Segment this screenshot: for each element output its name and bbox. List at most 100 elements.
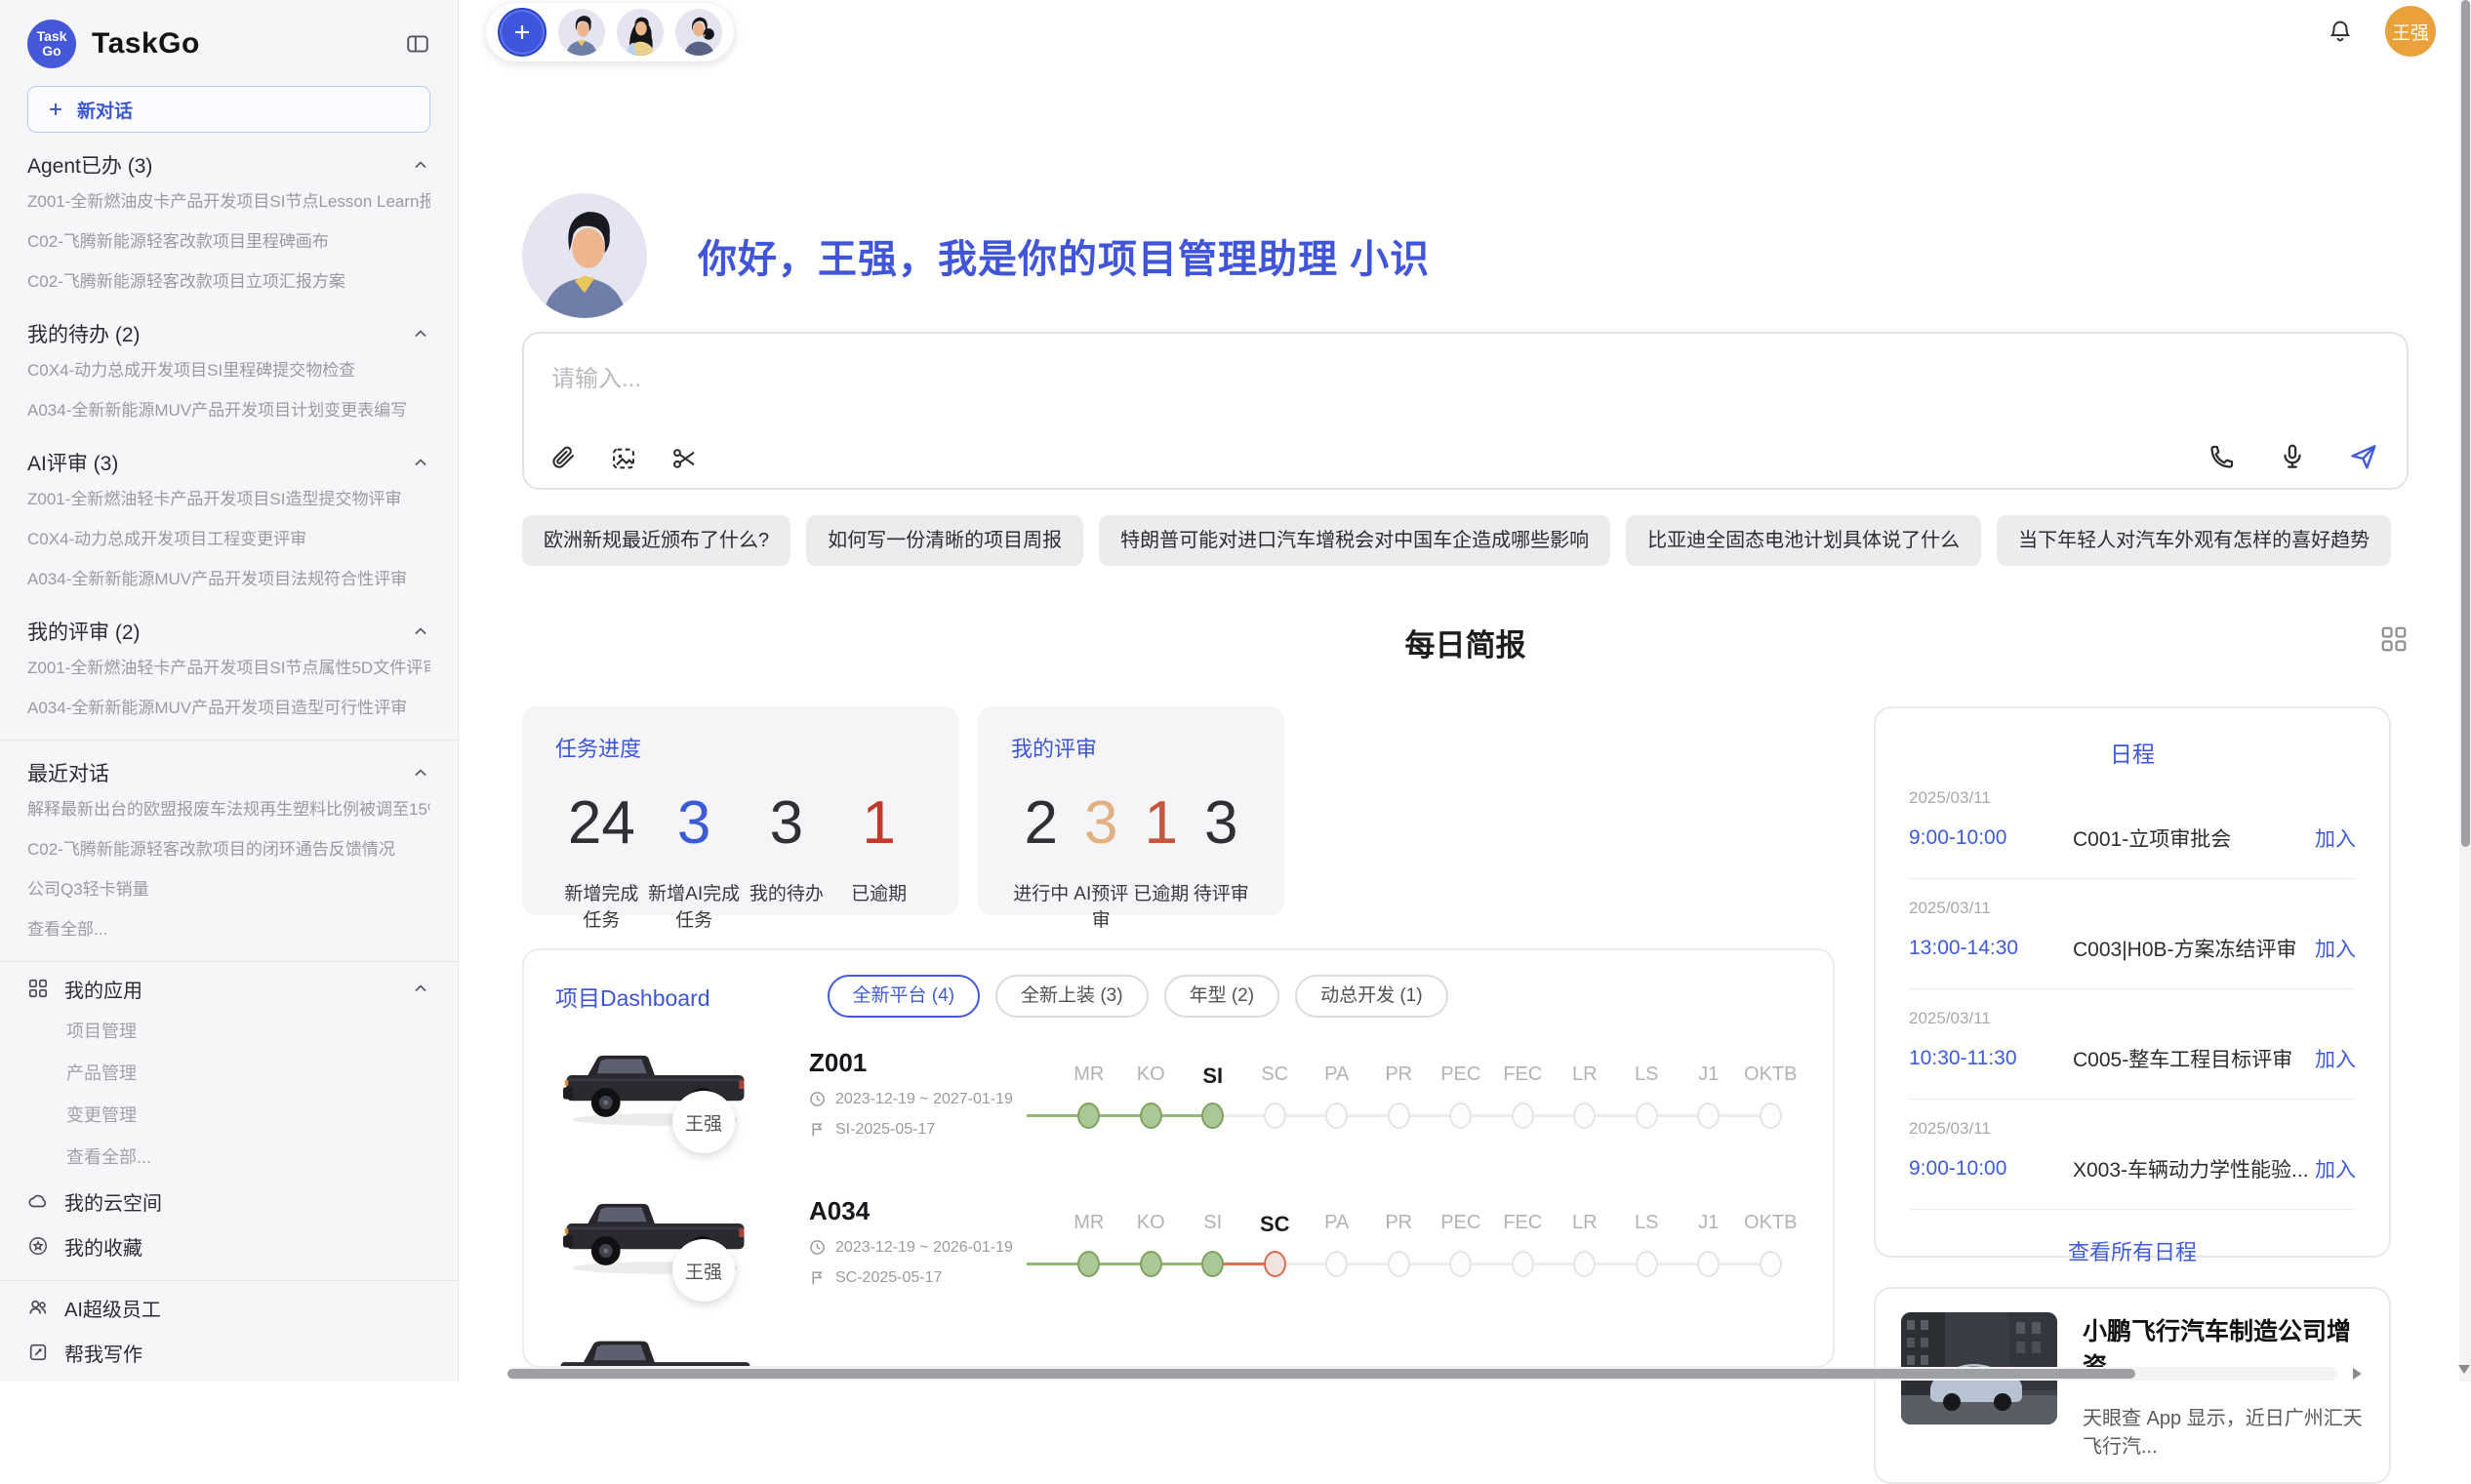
milestone[interactable]: LR [1554,1212,1616,1277]
event-join-link[interactable]: 加入 [2315,823,2356,853]
sidebar-section-header[interactable]: AI评审 (3) [27,446,430,479]
chevron-up-icon[interactable] [411,622,430,641]
new-chat-button[interactable]: 新对话 [27,86,430,133]
add-member-button[interactable] [498,8,547,57]
sidebar-item-draw[interactable]: 创意制图 [27,1375,430,1382]
suggestion-chip[interactable]: 如何写一份清晰的项目周报 [806,515,1083,566]
milestone[interactable]: SC [1244,1212,1307,1277]
dashboard-tab[interactable]: 年型 (2) [1164,975,1280,1018]
project-row[interactable]: 王强 Z001 2023-12-19 ~ 2027 [524,1019,1833,1167]
recent-conversation-item[interactable]: C02-飞腾新能源轻客改款项目的闭环通告反馈情况 [27,829,430,869]
milestone[interactable]: MR [1058,1063,1120,1129]
conversation-item[interactable]: Z001-全新燃油轻卡产品开发项目SI造型提交物评审 [27,479,430,519]
milestone[interactable]: KO [1120,1212,1183,1277]
milestone[interactable]: LR [1554,1063,1616,1129]
project-row[interactable]: 王强 A034 2023-12-19 ~ 2026 [524,1167,1833,1315]
chevron-up-icon[interactable] [411,763,430,782]
panel-toggle-icon[interactable] [405,31,430,57]
milestone[interactable]: J1 [1678,1212,1740,1277]
milestone[interactable]: PR [1368,1063,1431,1129]
chevron-up-icon[interactable] [411,979,430,998]
phone-icon[interactable] [2208,442,2237,471]
milestone[interactable]: SC [1244,1063,1307,1129]
app-link[interactable]: 产品管理 [27,1053,430,1095]
view-all-schedule-link[interactable]: 查看所有日程 [1909,1235,2356,1266]
suggestion-chip[interactable]: 比亚迪全固态电池计划具体说了什么 [1626,515,1981,566]
conversation-item[interactable]: Z001-全新燃油皮卡产品开发项目SI节点Lesson Learn报告 [27,181,430,221]
suggestion-chip[interactable]: 当下年轻人对汽车外观有怎样的喜好趋势 [1997,515,2391,566]
conversation-item[interactable]: C0X4-动力总成开发项目工程变更评审 [27,519,430,559]
notifications-bell-icon[interactable] [2327,18,2354,45]
scissors-icon[interactable] [670,445,698,472]
app-link[interactable]: 项目管理 [27,1011,430,1053]
attach-icon[interactable] [549,445,577,472]
milestone[interactable]: PEC [1430,1063,1492,1129]
milestone[interactable]: KO [1120,1063,1183,1129]
app-link[interactable]: 变更管理 [27,1095,430,1137]
conversation-item[interactable]: C0X4-动力总成开发项目SI里程碑提交物检查 [27,350,430,390]
send-icon[interactable] [2348,441,2379,472]
input-right-tools [2208,441,2379,472]
scroll-down-arrow[interactable] [2458,1365,2470,1374]
app-link[interactable]: 查看全部... [27,1137,430,1179]
horizontal-scrollbar[interactable] [507,1367,2337,1381]
member-avatar[interactable] [558,9,605,56]
user-avatar[interactable]: 王强 [2385,6,2436,57]
chat-input-card[interactable]: 请输入... [522,332,2409,490]
milestone[interactable]: FEC [1492,1063,1555,1129]
sidebar-item-my-apps[interactable]: 我的应用 [27,966,430,1011]
conversation-item[interactable]: A034-全新新能源MUV产品开发项目造型可行性评审 [27,688,430,728]
milestone[interactable]: J1 [1678,1063,1740,1129]
sidebar-item-write[interactable]: 帮我写作 [27,1330,430,1375]
sidebar-section-header[interactable]: Agent已办 (3) [27,148,430,181]
milestone[interactable]: MR [1058,1212,1120,1277]
milestone[interactable]: SI [1182,1212,1244,1277]
milestone[interactable]: OKTB [1740,1063,1803,1129]
image-icon[interactable] [610,445,637,472]
milestone[interactable]: FEC [1492,1212,1555,1277]
microphone-icon[interactable] [2278,442,2307,471]
conversation-item[interactable]: C02-飞腾新能源轻客改款项目里程碑画布 [27,221,430,261]
sidebar-section-header[interactable]: 我的评审 (2) [27,615,430,648]
milestone[interactable]: OKTB [1740,1212,1803,1277]
milestone[interactable]: SI [1182,1063,1244,1129]
milestone-dot [1388,1103,1410,1129]
chevron-up-icon[interactable] [411,324,430,343]
milestone[interactable]: PA [1306,1212,1368,1277]
recent-conversation-item[interactable]: 解释最新出台的欧盟报废车法规再生塑料比例被调至15%... [27,789,430,829]
suggestion-chip[interactable]: 特朗普可能对进口汽车增税会对中国车企造成哪些影响 [1099,515,1610,566]
sidebar-item-cloud-space[interactable]: 我的云空间 [27,1179,430,1223]
sidebar-item-favorites[interactable]: 我的收藏 [27,1223,430,1268]
conversation-item[interactable]: A034-全新新能源MUV产品开发项目法规符合性评审 [27,559,430,599]
conversation-item[interactable]: C02-飞腾新能源轻客改款项目立项汇报方案 [27,261,430,301]
milestone[interactable]: PR [1368,1212,1431,1277]
vertical-scrollbar-thumb[interactable] [2461,0,2470,847]
chevron-up-icon[interactable] [411,155,430,175]
milestone[interactable]: PEC [1430,1212,1492,1277]
event-join-link[interactable]: 加入 [2315,1044,2356,1073]
member-avatar[interactable] [617,9,664,56]
recent-conversation-item[interactable]: 公司Q3轻卡销量 [27,869,430,909]
scroll-right-arrow[interactable] [2353,1368,2362,1380]
conversation-item[interactable]: A034-全新新能源MUV产品开发项目计划变更表编写 [27,390,430,430]
vertical-scrollbar[interactable] [2459,0,2471,1382]
chevron-up-icon[interactable] [411,453,430,472]
member-avatar[interactable] [675,9,722,56]
recent-section-header[interactable]: 最近对话 [27,756,430,789]
milestone[interactable]: LS [1616,1212,1679,1277]
sidebar-section-header[interactable]: 我的待办 (2) [27,317,430,350]
recent-conversation-item[interactable]: 查看全部... [27,909,430,949]
milestone[interactable]: PA [1306,1063,1368,1129]
suggestion-chip[interactable]: 欧洲新规最近颁布了什么? [522,515,790,566]
dashboard-tab[interactable]: 全新平台 (4) [828,975,981,1018]
event-join-link[interactable]: 加入 [2315,1154,2356,1183]
horizontal-scrollbar-thumb[interactable] [507,1369,2135,1379]
dashboard-tab[interactable]: 全新上装 (3) [995,975,1149,1018]
dashboard-tab[interactable]: 动总开发 (1) [1295,975,1448,1018]
news-card[interactable]: 小鹏飞行汽车制造公司增资 天眼查 App 显示，近日广州汇天飞行汽... [1874,1287,2391,1484]
milestone[interactable]: LS [1616,1063,1679,1129]
sidebar-item-ai-staff[interactable]: AI超级员工 [27,1285,430,1330]
layout-grid-icon[interactable] [2379,624,2409,654]
event-join-link[interactable]: 加入 [2315,934,2356,963]
conversation-item[interactable]: Z001-全新燃油轻卡产品开发项目SI节点属性5D文件评审 [27,648,430,688]
